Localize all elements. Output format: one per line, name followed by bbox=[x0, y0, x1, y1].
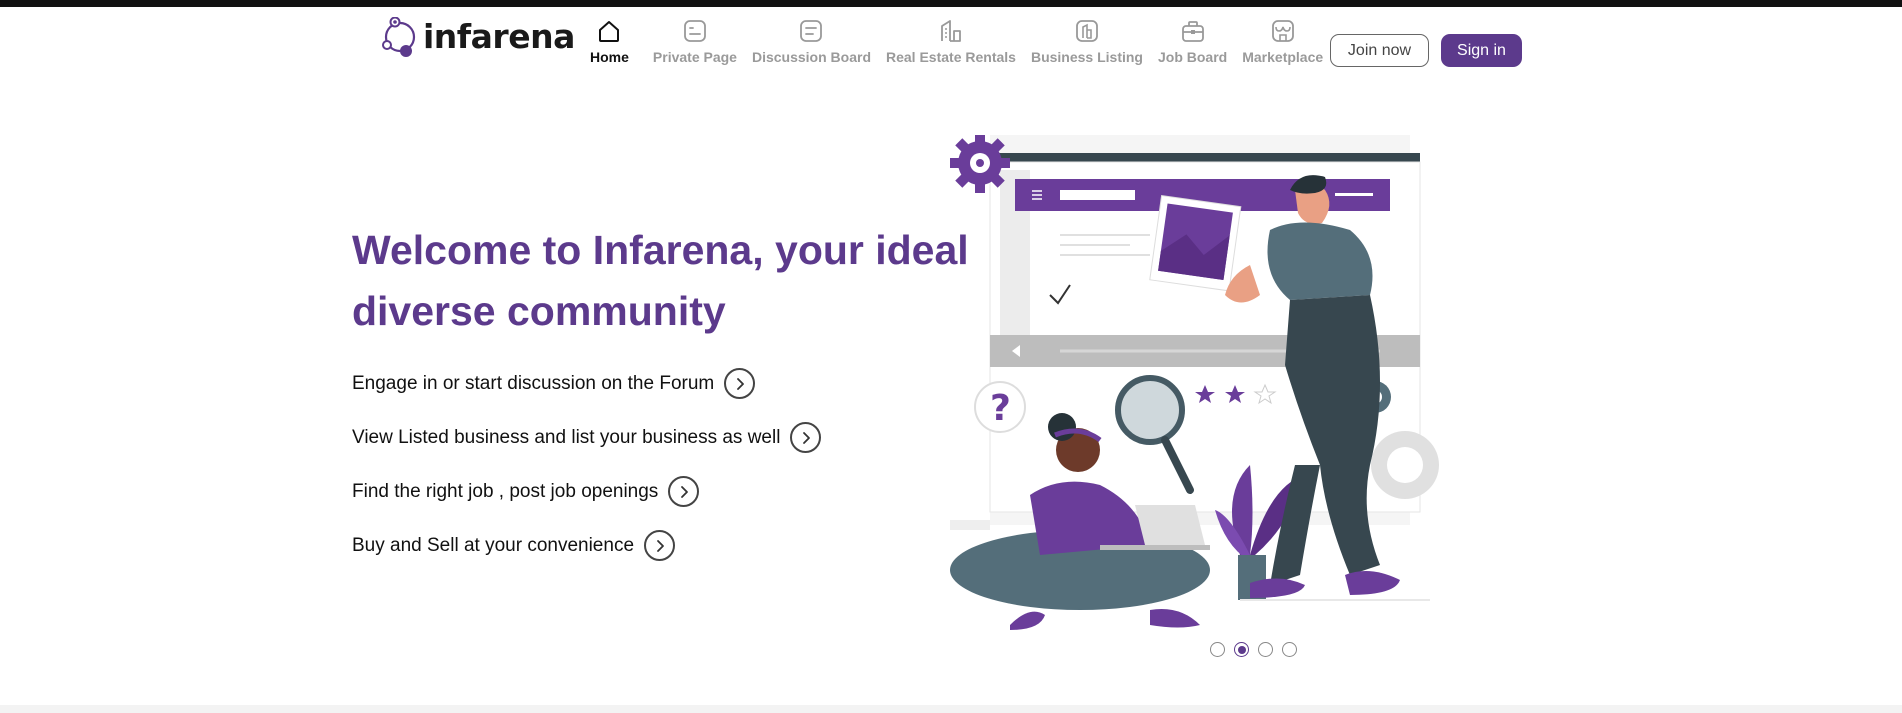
logo[interactable]: infarena bbox=[382, 17, 575, 57]
nav-item-private-page[interactable]: Private Page bbox=[653, 17, 737, 65]
home-icon bbox=[595, 17, 623, 45]
hero-illustration: ? bbox=[950, 135, 1439, 630]
nav-label-job-board: Job Board bbox=[1157, 49, 1228, 65]
nav-label-real-estate-rentals: Real Estate Rentals bbox=[886, 49, 1016, 65]
site-header: infarena Home Private Page Discussion Bo… bbox=[0, 7, 1902, 79]
real-estate-icon bbox=[937, 17, 965, 45]
feature-item-jobs: Find the right job , post job openings bbox=[352, 476, 821, 507]
bottom-strip bbox=[0, 705, 1902, 713]
feature-text: Engage in or start discussion on the For… bbox=[352, 372, 715, 394]
discussion-board-icon bbox=[797, 17, 825, 45]
top-border bbox=[0, 0, 1902, 7]
join-now-button[interactable]: Join now bbox=[1330, 34, 1429, 67]
logo-icon bbox=[382, 17, 416, 57]
chevron-right-icon[interactable] bbox=[724, 368, 756, 399]
feature-list: Engage in or start discussion on the For… bbox=[352, 368, 822, 584]
logo-text: infarena bbox=[423, 17, 575, 56]
feature-text: Buy and Sell at your convenience bbox=[352, 534, 635, 556]
nav-item-business-listing[interactable]: Business Listing bbox=[1031, 17, 1143, 65]
nav-item-job-board[interactable]: Job Board bbox=[1158, 17, 1227, 65]
business-listing-icon bbox=[1073, 17, 1101, 45]
chevron-right-icon[interactable] bbox=[790, 422, 822, 453]
nav-item-marketplace[interactable]: Marketplace bbox=[1242, 17, 1323, 65]
carousel-dot[interactable] bbox=[1210, 642, 1225, 657]
private-page-icon bbox=[681, 17, 709, 45]
hero-title: Welcome to Infarena, your ideal diverse … bbox=[352, 227, 969, 334]
nav-label-marketplace: Marketplace bbox=[1242, 49, 1324, 65]
chevron-right-icon[interactable] bbox=[644, 530, 676, 561]
marketplace-icon bbox=[1269, 17, 1297, 45]
feature-text: View Listed business and list your busin… bbox=[352, 426, 781, 448]
feature-item-marketplace: Buy and Sell at your convenience bbox=[352, 530, 821, 561]
sign-in-button[interactable]: Sign in bbox=[1441, 34, 1522, 67]
nav-item-discussion-board[interactable]: Discussion Board bbox=[752, 17, 871, 65]
carousel-dot[interactable] bbox=[1258, 642, 1273, 657]
carousel-dot[interactable] bbox=[1282, 642, 1297, 657]
nav-label-discussion-board: Discussion Board bbox=[751, 49, 871, 65]
nav-label-private-page: Private Page bbox=[652, 49, 737, 65]
feature-item-forum: Engage in or start discussion on the For… bbox=[352, 368, 821, 399]
carousel-dots bbox=[1210, 642, 1297, 657]
nav-item-home[interactable]: Home bbox=[590, 17, 629, 65]
nav-label-home: Home bbox=[590, 49, 629, 65]
nav-label-business-listing: Business Listing bbox=[1030, 49, 1143, 65]
carousel-dot-active[interactable] bbox=[1234, 642, 1249, 657]
main-nav: Home Private Page Discussion Board Real … bbox=[590, 17, 1338, 65]
feature-text: Find the right job , post job openings bbox=[352, 480, 659, 502]
feature-item-business: View Listed business and list your busin… bbox=[352, 422, 822, 453]
nav-item-real-estate-rentals[interactable]: Real Estate Rentals bbox=[886, 17, 1016, 65]
chevron-right-icon[interactable] bbox=[668, 476, 700, 507]
job-board-icon bbox=[1179, 17, 1207, 45]
svg-text:?: ? bbox=[990, 388, 1011, 429]
